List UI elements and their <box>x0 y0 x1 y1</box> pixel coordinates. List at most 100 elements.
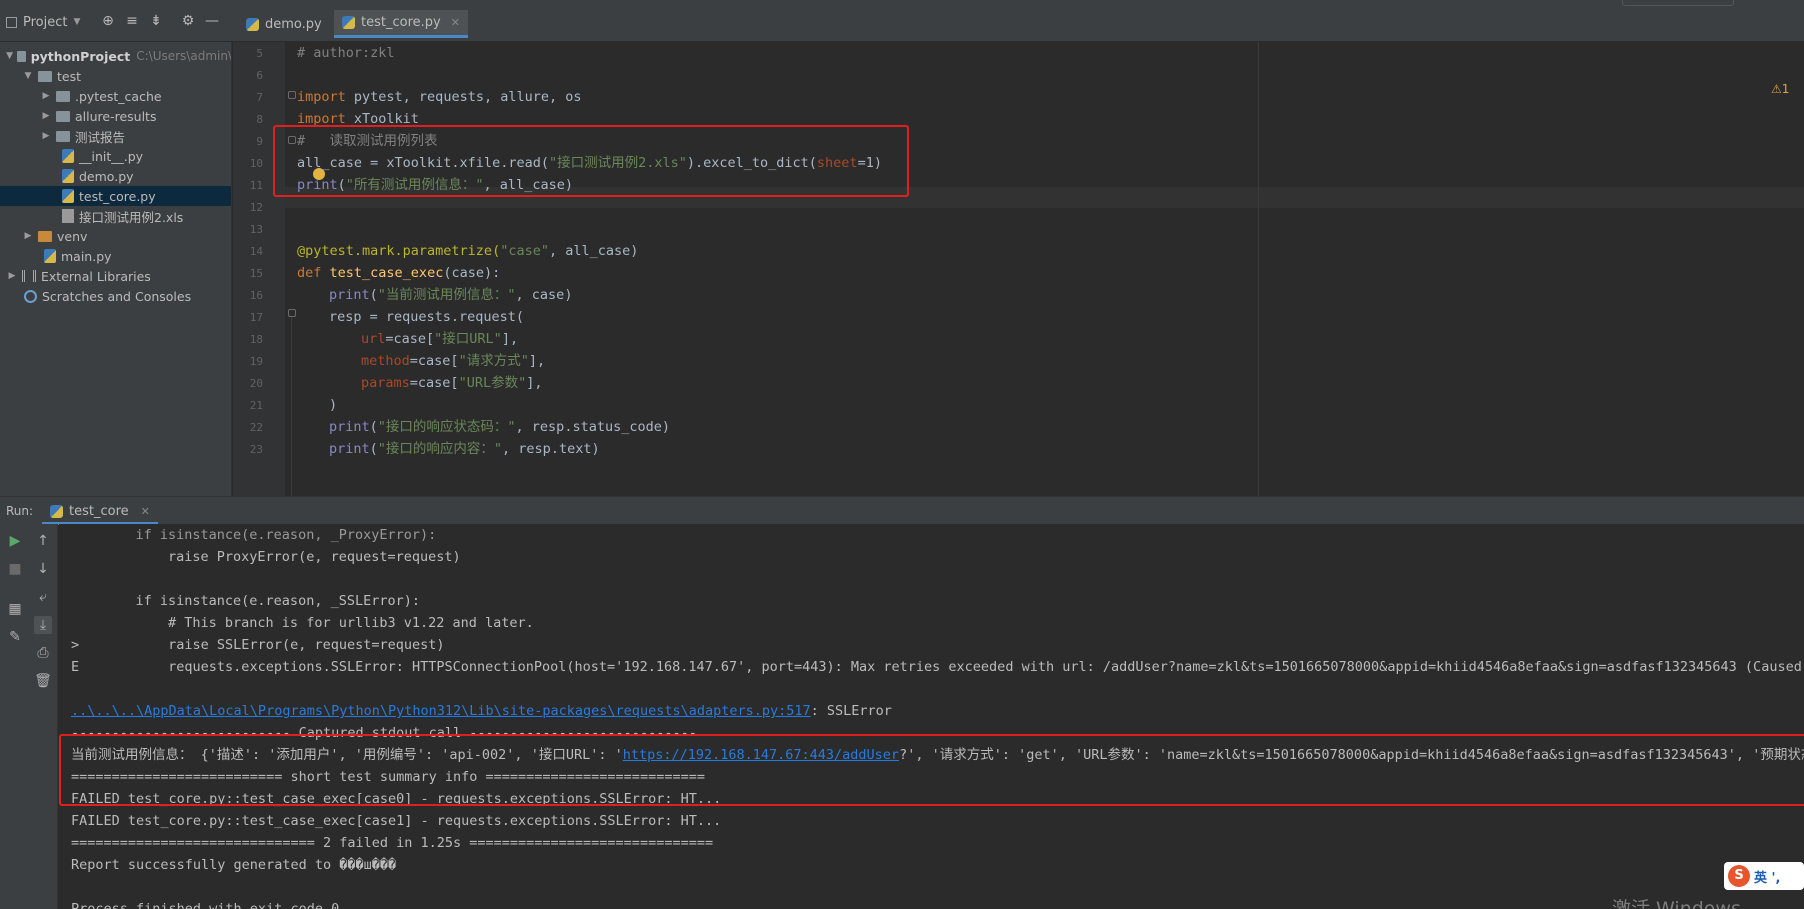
line-number-gutter: 5 6 7 8 9 10 11 12 13 14 15 16 17 18 19 … <box>233 42 285 496</box>
tree-item-scratches[interactable]: Scratches and Consoles <box>0 286 231 306</box>
arrow-up-icon[interactable]: ↑ <box>34 532 52 550</box>
run-tab-label: test_core <box>69 504 129 519</box>
layout-icon[interactable]: ▦ <box>6 600 24 618</box>
chevron-right-icon[interactable]: ▶ <box>22 231 34 241</box>
tab-demo[interactable]: demo.py <box>238 10 330 38</box>
tree-item-label: allure-results <box>75 108 157 124</box>
locate-icon[interactable]: ⊕ <box>100 12 116 30</box>
tree-root-path: C:\Users\admin\ <box>136 49 232 63</box>
close-icon[interactable]: ✕ <box>141 505 150 518</box>
chevron-right-icon[interactable]: ▶ <box>6 271 18 281</box>
run-panel-header: Run: test_core ✕ <box>0 496 1804 525</box>
code-line: print("接口的响应状态码：", resp.status_code) <box>329 419 670 435</box>
console-line: ..\..\..\AppData\Local\Programs\Python\P… <box>71 703 892 719</box>
arrow-down-icon[interactable]: ↓ <box>34 560 52 578</box>
chevron-right-icon[interactable]: ▶ <box>40 91 52 101</box>
tab-test-core[interactable]: test_core.py ✕ <box>334 10 468 38</box>
fold-icon[interactable] <box>288 91 296 99</box>
folder-icon <box>17 50 26 62</box>
chevron-down-icon: ▼ <box>73 17 81 27</box>
console-line: E requests.exceptions.SSLError: HTTPSCon… <box>71 659 1802 675</box>
tree-item-test[interactable]: ▼ test <box>0 66 231 86</box>
folder-icon <box>56 130 70 142</box>
tree-item-main[interactable]: main.py <box>0 246 231 266</box>
search-everywhere-box[interactable] <box>1622 0 1734 6</box>
source-link[interactable]: ..\..\..\AppData\Local\Programs\Python\P… <box>71 703 811 719</box>
scratches-icon <box>24 289 37 303</box>
spreadsheet-file-icon <box>62 209 74 223</box>
line-number: 12 <box>249 201 263 214</box>
tree-item-xls[interactable]: 接口测试用例2.xls <box>0 206 231 226</box>
console-line: # This branch is for urllib3 v1.22 and l… <box>103 615 534 631</box>
tree-item-label: 接口测试用例2.xls <box>79 209 184 225</box>
python-file-icon <box>62 149 74 163</box>
tree-item-test-core[interactable]: test_core.py <box>0 186 231 206</box>
chevron-right-icon[interactable]: ▶ <box>40 111 52 121</box>
tab-label: test_core.py <box>361 15 441 30</box>
hide-icon[interactable]: — <box>204 12 220 30</box>
top-toolbar: Project ▼ ⊕ ≡ ⇟ ⚙ — demo.py test_core.py… <box>0 0 1804 42</box>
line-number: 7 <box>256 91 263 104</box>
code-line: ) <box>329 397 338 413</box>
close-icon[interactable]: ✕ <box>451 16 460 29</box>
line-number: 15 <box>249 267 263 280</box>
tab-run-test-core[interactable]: test_core ✕ <box>42 501 158 525</box>
console-line: if isinstance(e.reason, _ProxyError): <box>103 527 437 543</box>
folder-icon <box>56 90 70 102</box>
collapse-all-icon[interactable]: ⇟ <box>148 12 164 30</box>
line-number: 23 <box>249 443 263 456</box>
fold-icon[interactable] <box>288 309 296 317</box>
console-line: Report successfully generated to ���ш��� <box>71 857 397 873</box>
warning-badge[interactable]: ⚠1 <box>1771 82 1789 96</box>
ime-logo-icon: S <box>1728 865 1750 887</box>
tree-item-label: 测试报告 <box>75 129 126 145</box>
indent-guide <box>291 317 292 512</box>
python-file-icon <box>44 249 56 263</box>
line-number: 10 <box>249 157 263 170</box>
gear-icon[interactable]: ⚙ <box>180 12 196 30</box>
python-file-icon <box>62 189 74 203</box>
expand-all-icon[interactable]: ≡ <box>124 12 140 30</box>
tree-item-test-report[interactable]: ▶ 测试报告 <box>0 126 231 146</box>
code-line: params=case["URL参数"], <box>361 375 543 391</box>
line-number: 9 <box>256 135 263 148</box>
pin-icon[interactable]: ✎ <box>6 628 24 646</box>
line-number: 13 <box>249 223 263 236</box>
print-icon[interactable]: ⎙ <box>34 644 52 662</box>
tree-item-external-libraries[interactable]: ▶ External Libraries <box>0 266 231 286</box>
line-number: 8 <box>256 113 263 126</box>
tree-item-demo[interactable]: demo.py <box>0 166 231 186</box>
line-number: 20 <box>249 377 263 390</box>
console-output[interactable]: if isinstance(e.reason, _ProxyError): ra… <box>59 524 1804 909</box>
python-file-icon <box>342 16 355 29</box>
tree-item-label: demo.py <box>79 168 134 184</box>
tree-item-root[interactable]: ▼ pythonProject C:\Users\admin\ <box>0 46 232 66</box>
project-view-selector[interactable]: Project ▼ <box>6 11 80 33</box>
tree-item-label: main.py <box>61 248 112 264</box>
scroll-to-end-icon[interactable]: ⤓ <box>34 616 52 634</box>
line-number: 11 <box>249 179 263 192</box>
code-line: print("接口的响应内容：", resp.text) <box>329 441 600 457</box>
tab-label: demo.py <box>265 16 322 32</box>
tree-item-pytest-cache[interactable]: ▶ .pytest_cache <box>0 86 231 106</box>
chevron-down-icon[interactable]: ▼ <box>6 51 13 61</box>
project-tree: ▼ pythonProject C:\Users\admin\ ▼ test ▶… <box>0 42 232 496</box>
soft-wrap-icon[interactable]: ⤶ <box>34 588 52 606</box>
tree-item-allure-results[interactable]: ▶ allure-results <box>0 106 231 126</box>
ime-indicator[interactable]: S 英 ', <box>1724 862 1804 890</box>
line-number: 21 <box>249 399 263 412</box>
tree-item-init[interactable]: __init__.py <box>0 146 231 166</box>
tree-item-label: test <box>57 68 82 84</box>
chevron-right-icon[interactable]: ▶ <box>40 131 52 141</box>
tree-item-venv[interactable]: ▶ venv <box>0 226 231 246</box>
trash-icon[interactable]: 🗑 <box>34 672 52 690</box>
chevron-down-icon[interactable]: ▼ <box>22 71 34 81</box>
library-icon <box>22 270 36 282</box>
folder-icon <box>56 110 70 122</box>
code-line: # author:zkl <box>297 45 395 61</box>
rerun-icon[interactable]: ▶ <box>6 532 24 550</box>
code-editor[interactable]: 5 6 7 8 9 10 11 12 13 14 15 16 17 18 19 … <box>233 42 1804 512</box>
run-toolbar: ▶ ↑ ■ ↓ ⤶ ▦ ⤓ ✎ ⎙ 🗑 <box>0 524 58 909</box>
line-number: 14 <box>249 245 263 258</box>
stop-icon[interactable]: ■ <box>6 560 24 578</box>
